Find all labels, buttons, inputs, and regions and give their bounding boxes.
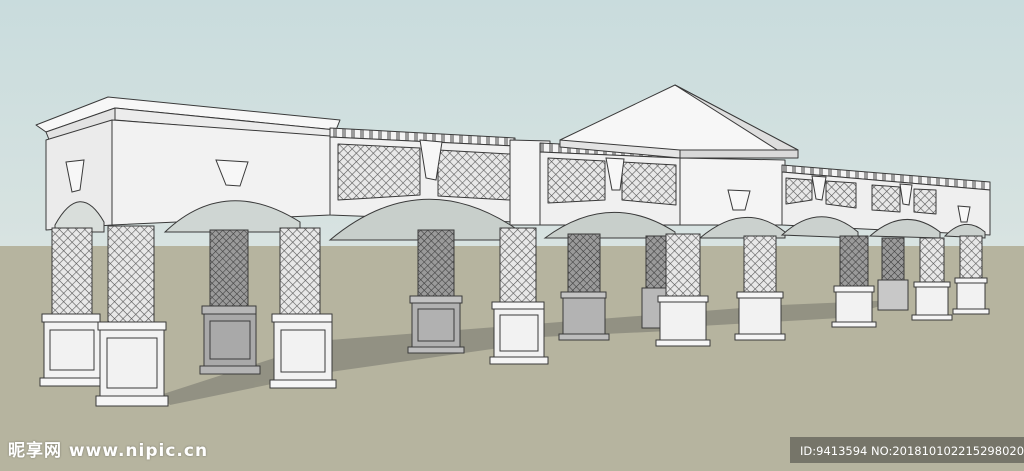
arcade-render	[0, 0, 1024, 471]
image-id-watermark: ID:9413594 NO:20181010221529802000	[800, 444, 1024, 458]
site-logo-watermark: 昵享网 www.nipic.cn	[8, 441, 209, 461]
column-12	[877, 237, 909, 311]
